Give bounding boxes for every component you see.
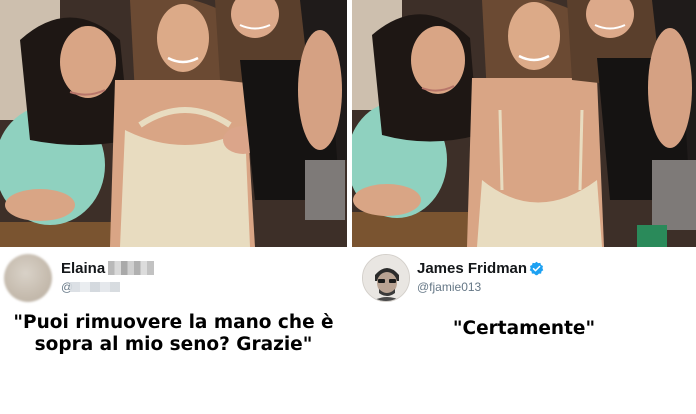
left-panel: Elaina @ "Puoi rimuovere la mano che è s… xyxy=(0,0,347,414)
request-caption: "Puoi rimuovere la mano che è sopra al m… xyxy=(13,312,334,355)
original-photo-illustration xyxy=(0,0,347,247)
left-tweet-header: Elaina @ xyxy=(0,248,347,304)
reply-caption: "Certamente" xyxy=(452,318,596,339)
tweet-author-handle: @fjamie013 xyxy=(417,280,482,294)
pixelated-handle-censor xyxy=(70,282,120,292)
tweet-author-name: James Fridman xyxy=(417,260,528,277)
right-panel: James Fridman @fjamie013 "Certamente" xyxy=(352,0,696,414)
pixelated-name-censor xyxy=(108,261,154,275)
tweet-author-name: Elaina xyxy=(61,260,106,277)
verified-badge-icon xyxy=(529,261,544,281)
profile-avatar xyxy=(362,254,410,302)
edited-photo-illustration xyxy=(352,0,696,247)
avatar-portrait xyxy=(363,255,409,301)
right-tweet-header: James Fridman @fjamie013 xyxy=(352,248,696,304)
edited-photo xyxy=(352,0,696,247)
original-photo xyxy=(0,0,347,247)
blurred-avatar xyxy=(4,254,52,302)
